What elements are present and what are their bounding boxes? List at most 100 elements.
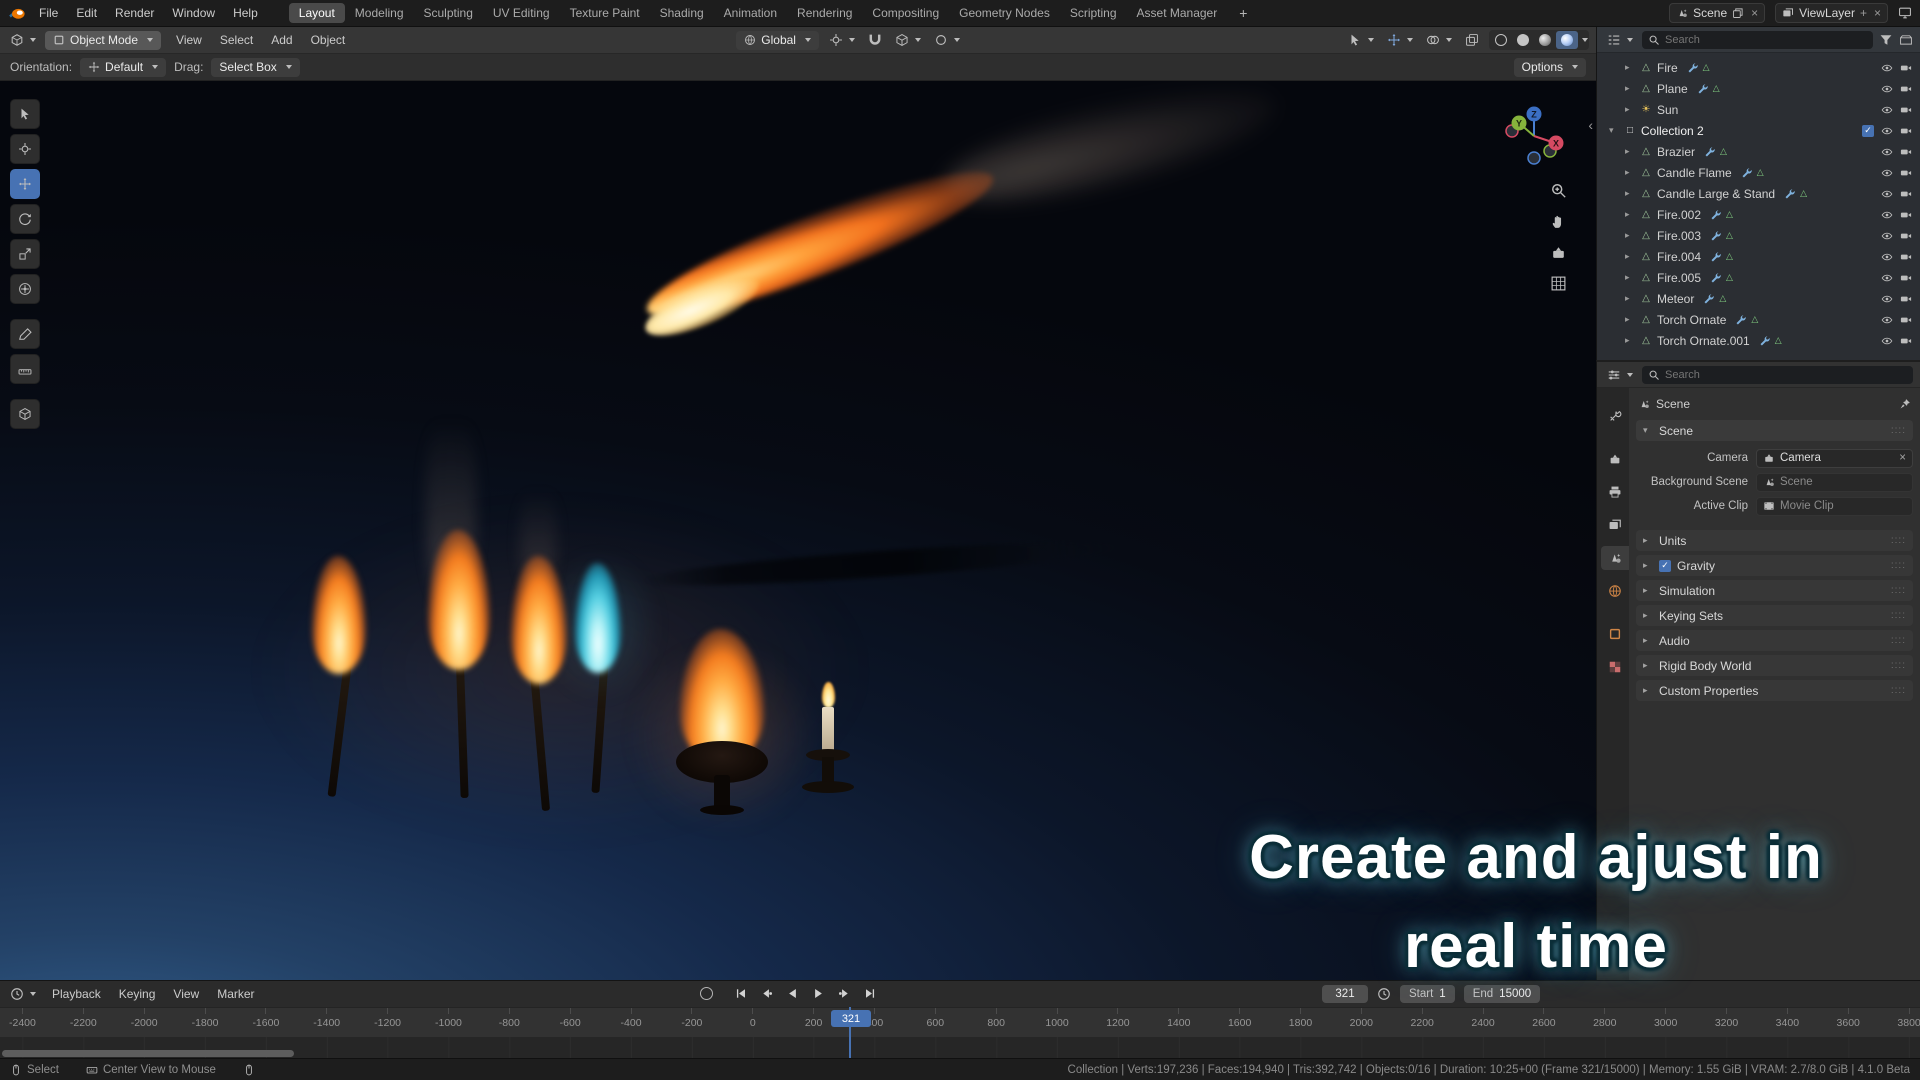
disable-render-icon[interactable]	[1900, 314, 1912, 326]
shading-solid-button[interactable]	[1512, 31, 1534, 49]
panel-section[interactable]: ▸ ✓ Gravity ::::	[1636, 555, 1913, 576]
tab-object-properties[interactable]	[1601, 622, 1629, 646]
workspace-tab[interactable]: Texture Paint	[560, 3, 650, 23]
new-viewlayer-button[interactable]: +	[1860, 6, 1867, 20]
viewport-menu-item[interactable]: Add	[262, 29, 301, 51]
options-dropdown[interactable]: Options	[1514, 58, 1586, 77]
outliner-search-input[interactable]	[1665, 34, 1867, 46]
jump-to-end-button[interactable]	[860, 984, 881, 1003]
add-workspace-button[interactable]: +	[1233, 5, 1253, 21]
disclosure-arrow[interactable]: ▸	[1625, 272, 1635, 283]
outliner-item-label[interactable]: Fire.005	[1657, 271, 1701, 285]
workspace-tab[interactable]: Layout	[289, 3, 345, 23]
drag-handle-icon[interactable]: ::::	[1891, 610, 1906, 621]
remove-viewlayer-button[interactable]: ×	[1874, 6, 1881, 20]
screen-layout-icon[interactable]	[1898, 6, 1912, 20]
outliner-item-label[interactable]: Fire.002	[1657, 208, 1701, 222]
properties-search[interactable]	[1642, 366, 1913, 384]
outliner-item-label[interactable]: Torch Ornate	[1657, 313, 1726, 327]
hide-eye-icon[interactable]	[1881, 104, 1893, 116]
disable-render-icon[interactable]	[1900, 251, 1912, 263]
workspace-tab[interactable]: Animation	[714, 3, 787, 23]
outliner-item[interactable]: ▾ □ Collection 2 △ ✓	[1597, 120, 1920, 141]
outliner-item-label[interactable]: Fire	[1657, 61, 1678, 75]
workspace-tab[interactable]: Compositing	[862, 3, 949, 23]
panel-section[interactable]: ▸ ✓ Rigid Body World ::::	[1636, 655, 1913, 676]
gravity-checkbox[interactable]: ✓	[1659, 560, 1671, 572]
tab-view-layer-properties[interactable]	[1601, 513, 1629, 537]
active-clip-field[interactable]: Movie Clip	[1756, 497, 1913, 516]
topbar-menu-item[interactable]: Window	[163, 2, 224, 24]
drag-dropdown[interactable]: Select Box	[211, 58, 299, 77]
timeline-menu-item[interactable]: Playback	[43, 983, 110, 1005]
disclosure-arrow[interactable]: ▸	[1625, 188, 1635, 199]
outliner-item-label[interactable]: Fire.003	[1657, 229, 1701, 243]
editor-type-button[interactable]	[7, 985, 39, 1003]
hide-eye-icon[interactable]	[1881, 293, 1893, 305]
outliner-item-label[interactable]: Collection 2	[1641, 124, 1704, 138]
outliner-item[interactable]: ▸ △ Fire.004 △ ✓	[1597, 246, 1920, 267]
workspace-tab[interactable]: Sculpting	[414, 3, 483, 23]
pivot-point-dropdown[interactable]	[826, 31, 858, 49]
hide-eye-icon[interactable]	[1881, 272, 1893, 284]
tab-texture-properties[interactable]	[1601, 655, 1629, 679]
disable-render-icon[interactable]	[1900, 104, 1912, 116]
outliner-item[interactable]: ▸ △ Torch Ornate △ ✓	[1597, 309, 1920, 330]
navigation-gizmo[interactable]: Z Y X	[1498, 100, 1570, 172]
outliner-item[interactable]: ▸ △ Fire.005 △ ✓	[1597, 267, 1920, 288]
ortho-grid-icon[interactable]	[1550, 275, 1567, 292]
hide-eye-icon[interactable]	[1881, 167, 1893, 179]
tool-annotate[interactable]	[10, 319, 40, 349]
disclosure-arrow[interactable]: ▸	[1625, 146, 1635, 157]
workspace-tab[interactable]: UV Editing	[483, 3, 560, 23]
scene-panel-header[interactable]: ▾ Scene ::::	[1636, 420, 1913, 441]
panel-section[interactable]: ▸ ✓ Keying Sets ::::	[1636, 605, 1913, 626]
timeline-menu-item[interactable]: View	[164, 983, 208, 1005]
orientation-dropdown[interactable]: Default	[80, 58, 166, 77]
mode-dropdown[interactable]: Object Mode	[45, 31, 161, 50]
drag-handle-icon[interactable]: ::::	[1891, 585, 1906, 596]
disclosure-arrow[interactable]: ▸	[1625, 83, 1635, 94]
outliner-item[interactable]: ▸ △ Candle Flame △ ✓	[1597, 162, 1920, 183]
outliner-item[interactable]: ▸ ☀ Sun △ ✓	[1597, 99, 1920, 120]
drag-handle-icon[interactable]: ::::	[1891, 635, 1906, 646]
hide-eye-icon[interactable]	[1881, 230, 1893, 242]
jump-to-start-button[interactable]	[730, 984, 751, 1003]
panel-section[interactable]: ▸ ✓ Units ::::	[1636, 530, 1913, 551]
shading-material-button[interactable]	[1534, 31, 1556, 49]
disable-render-icon[interactable]	[1900, 209, 1912, 221]
hide-eye-icon[interactable]	[1881, 83, 1893, 95]
tool-add-cube[interactable]	[10, 399, 40, 429]
drag-handle-icon[interactable]: ::::	[1891, 685, 1906, 696]
disable-render-icon[interactable]	[1900, 335, 1912, 347]
tab-output-properties[interactable]	[1601, 480, 1629, 504]
hide-eye-icon[interactable]	[1881, 62, 1893, 74]
panel-section[interactable]: ▸ ✓ Audio ::::	[1636, 630, 1913, 651]
blender-logo-icon[interactable]	[8, 4, 26, 22]
clear-camera-button[interactable]: ×	[1899, 452, 1906, 464]
hide-eye-icon[interactable]	[1881, 188, 1893, 200]
timeline-menu-item[interactable]: Marker	[208, 983, 263, 1005]
filter-icon[interactable]	[1879, 33, 1893, 47]
workspace-tab[interactable]: Shading	[650, 3, 714, 23]
tool-cursor[interactable]	[10, 134, 40, 164]
disclosure-arrow[interactable]: ▸	[1625, 209, 1635, 220]
workspace-tab[interactable]: Modeling	[345, 3, 414, 23]
tab-world-properties[interactable]	[1601, 579, 1629, 603]
outliner-item-label[interactable]: Sun	[1657, 103, 1678, 117]
gizmos-dropdown[interactable]	[1384, 31, 1416, 49]
outliner-item-label[interactable]: Candle Large & Stand	[1657, 187, 1775, 201]
auto-keying-toggle[interactable]	[700, 987, 713, 1000]
editor-type-button[interactable]	[1604, 366, 1636, 384]
next-keyframe-button[interactable]	[834, 984, 855, 1003]
playhead-frame-badge[interactable]: 321	[831, 1010, 871, 1027]
play-button[interactable]	[808, 984, 829, 1003]
disclosure-arrow[interactable]: ▸	[1625, 230, 1635, 241]
disclosure-arrow[interactable]: ▸	[1625, 251, 1635, 262]
tool-transform[interactable]	[10, 274, 40, 304]
disclosure-arrow[interactable]: ▸	[1625, 293, 1635, 304]
disable-render-icon[interactable]	[1900, 62, 1912, 74]
camera-view-icon[interactable]	[1550, 244, 1567, 261]
outliner-item[interactable]: ▸ △ Fire △ ✓	[1597, 57, 1920, 78]
axis-neg-z[interactable]	[1528, 152, 1540, 164]
